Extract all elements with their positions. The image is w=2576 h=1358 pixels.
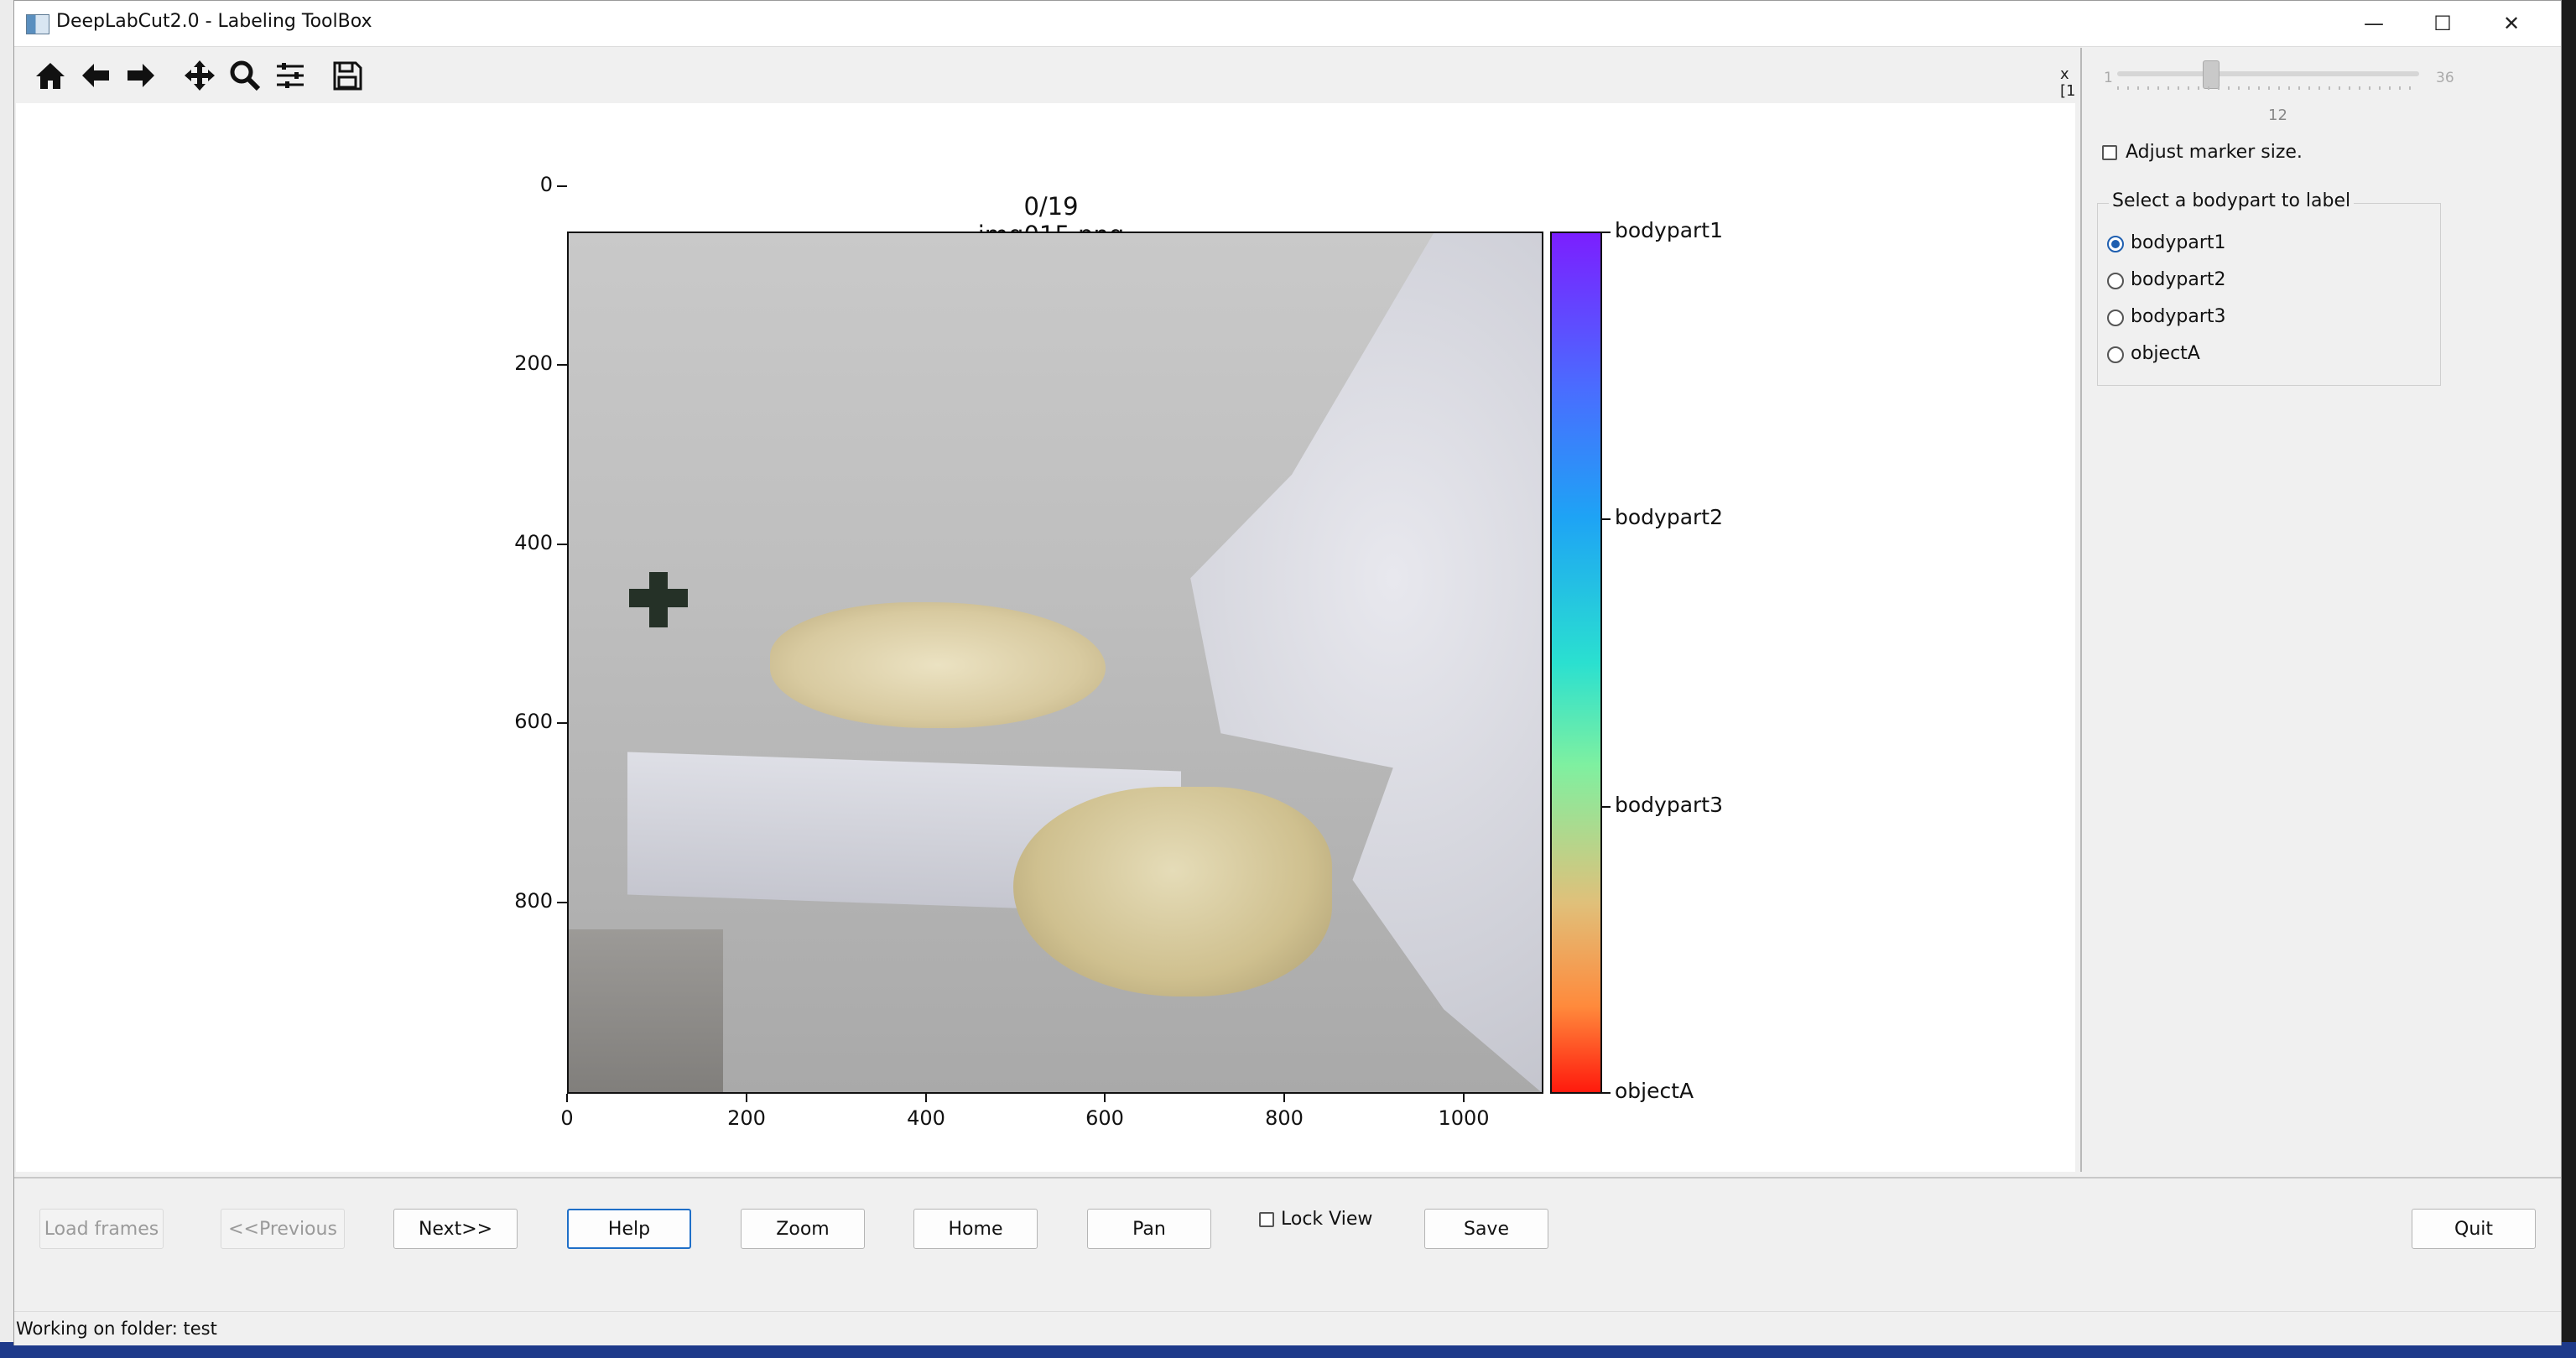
lock-view-checkbox[interactable] xyxy=(1259,1212,1274,1227)
box-corner xyxy=(569,929,723,1092)
x-tick-label: 200 xyxy=(727,1106,766,1130)
y-tick-label: 200 xyxy=(514,351,553,375)
radio-label-bodypart2[interactable]: bodypart2 xyxy=(2131,269,2226,290)
radio-bodypart3[interactable] xyxy=(2107,310,2124,326)
radio-bodypart1[interactable] xyxy=(2107,236,2124,252)
zoom-button[interactable]: Zoom xyxy=(741,1209,865,1249)
pan-button[interactable]: Pan xyxy=(1087,1209,1211,1249)
slider-value-label: 12 xyxy=(2268,107,2287,124)
app-icon xyxy=(26,14,49,34)
radio-objecta[interactable] xyxy=(2107,346,2124,363)
figure-canvas[interactable]: x [1 0/19 img015.png 0 200 400 600 800 1… xyxy=(16,48,2075,1172)
tape-mark-vertical xyxy=(649,572,668,627)
zoom-magnifier-icon[interactable] xyxy=(226,56,264,95)
x-tick-label: 1000 xyxy=(1438,1106,1490,1130)
configure-subplots-icon[interactable] xyxy=(271,56,310,95)
previous-button[interactable]: <<Previous xyxy=(221,1209,345,1249)
x-tick xyxy=(566,1094,568,1102)
x-tick xyxy=(1463,1094,1465,1102)
matplotlib-toolbar: x [1 xyxy=(16,48,2075,103)
radio-label-bodypart3[interactable]: bodypart3 xyxy=(2131,306,2226,327)
colorbar-tick xyxy=(1602,518,1611,520)
colorbar xyxy=(1550,232,1602,1094)
desktop-background-left xyxy=(0,0,13,1358)
minimize-button[interactable]: — xyxy=(2339,1,2408,46)
maximize-button[interactable]: ☐ xyxy=(2408,1,2477,46)
quit-button[interactable]: Quit xyxy=(2412,1209,2536,1249)
y-tick-label: 0 xyxy=(539,173,553,196)
video-frame-image[interactable] xyxy=(567,232,1543,1094)
load-frames-button[interactable]: Load frames xyxy=(39,1209,164,1249)
y-tick xyxy=(557,902,567,903)
colorbar-label-bodypart3: bodypart3 xyxy=(1615,793,1724,817)
radio-bodypart2[interactable] xyxy=(2107,273,2124,289)
x-tick-label: 0 xyxy=(560,1106,574,1130)
y-tick-label: 400 xyxy=(514,531,553,554)
cursor-coordinates: x [1 xyxy=(2060,65,2076,100)
x-tick xyxy=(1283,1094,1285,1102)
y-tick-label: 800 xyxy=(514,889,553,913)
slider-ticks xyxy=(2117,86,2419,90)
slider-max-label: 36 xyxy=(2436,70,2454,86)
colorbar-label-bodypart1: bodypart1 xyxy=(1615,218,1724,242)
y-tick xyxy=(557,544,567,545)
slider-min-label: 1 xyxy=(2104,70,2113,86)
x-tick xyxy=(746,1094,747,1102)
y-tick xyxy=(557,185,567,187)
status-bar: Working on folder: test xyxy=(14,1311,2561,1345)
close-button[interactable]: ✕ xyxy=(2477,1,2546,46)
radio-label-objecta[interactable]: objectA xyxy=(2131,343,2200,364)
home-button[interactable]: Home xyxy=(913,1209,1038,1249)
radio-label-bodypart1[interactable]: bodypart1 xyxy=(2131,232,2226,253)
home-icon[interactable] xyxy=(31,56,70,95)
status-text: Working on folder: test xyxy=(16,1319,217,1339)
x-tick-label: 400 xyxy=(907,1106,945,1130)
gloved-hand-upper xyxy=(770,602,1106,728)
y-tick xyxy=(557,364,567,366)
help-button[interactable]: Help xyxy=(567,1209,691,1249)
labeling-toolbox-window: DeepLabCut2.0 - Labeling ToolBox — ☐ ✕ x… xyxy=(13,0,2562,1345)
save-disk-icon[interactable] xyxy=(328,56,367,95)
bodypart-group-title: Select a bodypart to label xyxy=(2109,190,2355,211)
marker-size-slider[interactable] xyxy=(2117,71,2419,76)
x-tick-label: 800 xyxy=(1265,1106,1304,1130)
gloved-hand-lower xyxy=(1013,787,1332,996)
bottom-button-bar: Load frames <<Previous Next>> Help Zoom … xyxy=(14,1177,2561,1313)
x-tick xyxy=(925,1094,927,1102)
y-tick-label: 600 xyxy=(514,710,553,733)
back-arrow-icon[interactable] xyxy=(76,56,115,95)
colorbar-label-bodypart2: bodypart2 xyxy=(1615,505,1724,529)
x-tick-label: 600 xyxy=(1085,1106,1124,1130)
window-title: DeepLabCut2.0 - Labeling ToolBox xyxy=(56,11,372,32)
marker-size-slider-handle[interactable] xyxy=(2203,60,2220,89)
next-button[interactable]: Next>> xyxy=(393,1209,518,1249)
title-bar[interactable]: DeepLabCut2.0 - Labeling ToolBox — ☐ ✕ xyxy=(14,1,2561,47)
adjust-marker-size-checkbox[interactable] xyxy=(2102,145,2117,160)
colorbar-tick xyxy=(1602,232,1611,233)
colorbar-tick xyxy=(1602,806,1611,808)
x-tick xyxy=(1104,1094,1106,1102)
colorbar-tick xyxy=(1602,1092,1611,1094)
colorbar-label-objecta: objectA xyxy=(1615,1079,1694,1103)
forward-arrow-icon[interactable] xyxy=(122,56,160,95)
y-tick xyxy=(557,722,567,724)
marker-control-panel: 1 36 12 Adjust marker size. Select a bod… xyxy=(2080,48,2478,1172)
desktop-background-right xyxy=(2562,0,2576,1358)
adjust-marker-size-label: Adjust marker size. xyxy=(2126,142,2303,163)
pan-move-icon[interactable] xyxy=(180,56,219,95)
lock-view-label: Lock View xyxy=(1281,1209,1373,1230)
save-button[interactable]: Save xyxy=(1424,1209,1548,1249)
